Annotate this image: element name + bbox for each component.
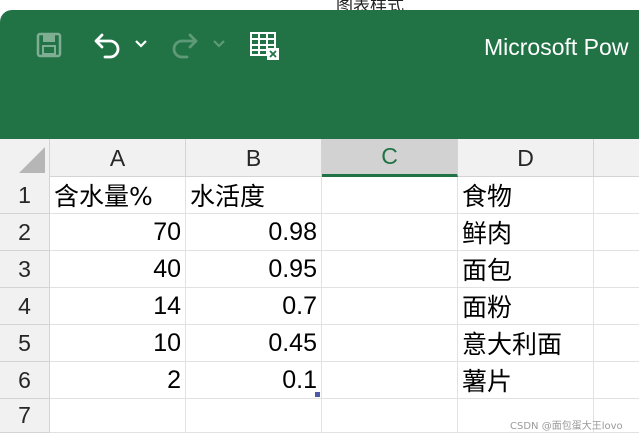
cell-c4[interactable] xyxy=(322,288,458,325)
row-header-3[interactable]: 3 xyxy=(0,251,50,288)
row-header-7[interactable]: 7 xyxy=(0,399,50,433)
select-all-button[interactable] xyxy=(0,139,50,177)
cell-b3[interactable]: 0.95 xyxy=(186,251,322,288)
undo-dropdown-chevron-icon[interactable] xyxy=(133,36,149,52)
app-title: Microsoft Pow xyxy=(484,34,629,60)
column-header-a[interactable]: A xyxy=(50,139,186,177)
row-header-6[interactable]: 6 xyxy=(0,362,50,399)
cell-d1[interactable]: 食物 xyxy=(458,177,594,214)
cell-d5[interactable]: 意大利面 xyxy=(458,325,594,362)
watermark: CSDN @面包蛋大王lovo xyxy=(510,421,623,432)
chart-style-title: 图表样式 xyxy=(336,0,404,10)
cell-e5[interactable] xyxy=(594,325,639,362)
cell-b5[interactable]: 0.45 xyxy=(186,325,322,362)
cell-a4[interactable]: 14 xyxy=(50,288,186,325)
cell-e1[interactable] xyxy=(594,177,639,214)
redo-dropdown-chevron-icon[interactable] xyxy=(211,36,227,52)
cell-e6[interactable] xyxy=(594,362,639,399)
cell-c7[interactable] xyxy=(322,399,458,433)
cell-a5[interactable]: 10 xyxy=(50,325,186,362)
cell-c6[interactable] xyxy=(322,362,458,399)
cell-a2[interactable]: 70 xyxy=(50,214,186,251)
cell-b1[interactable]: 水活度 xyxy=(186,177,322,214)
cell-d2[interactable]: 鲜肉 xyxy=(458,214,594,251)
cell-a3[interactable]: 40 xyxy=(50,251,186,288)
cell-c2[interactable] xyxy=(322,214,458,251)
spreadsheet-icon[interactable] xyxy=(248,28,282,62)
cell-e2[interactable] xyxy=(594,214,639,251)
row-header-1[interactable]: 1 xyxy=(0,177,50,214)
cell-a7[interactable] xyxy=(50,399,186,433)
cell-b2[interactable]: 0.98 xyxy=(186,214,322,251)
cell-e4[interactable] xyxy=(594,288,639,325)
row-header-2[interactable]: 2 xyxy=(0,214,50,251)
spreadsheet-grid[interactable]: A B C D 1 2 3 4 5 6 7 含水量% 水活度 食物 70 0.9… xyxy=(0,139,639,433)
title-bar: Microsoft Pow xyxy=(0,10,639,139)
undo-icon[interactable] xyxy=(92,28,124,60)
cell-a6[interactable]: 2 xyxy=(50,362,186,399)
fill-handle[interactable] xyxy=(315,392,320,397)
cell-b6[interactable]: 0.1 xyxy=(186,362,322,399)
save-icon[interactable] xyxy=(34,30,64,60)
cell-b7[interactable] xyxy=(186,399,322,433)
window-title-partial: 图表样式 xyxy=(0,0,639,10)
cell-b4[interactable]: 0.7 xyxy=(186,288,322,325)
select-all-triangle-icon xyxy=(19,147,45,173)
cell-d3[interactable]: 面包 xyxy=(458,251,594,288)
row-header-4[interactable]: 4 xyxy=(0,288,50,325)
cell-c1[interactable] xyxy=(322,177,458,214)
column-header-c[interactable]: C xyxy=(322,139,458,177)
column-header-b[interactable]: B xyxy=(186,139,322,177)
cell-e3[interactable] xyxy=(594,251,639,288)
column-header-e[interactable] xyxy=(594,139,639,177)
cell-a1[interactable]: 含水量% xyxy=(50,177,186,214)
row-header-5[interactable]: 5 xyxy=(0,325,50,362)
cell-d4[interactable]: 面粉 xyxy=(458,288,594,325)
redo-icon[interactable] xyxy=(168,28,200,60)
column-header-d[interactable]: D xyxy=(458,139,594,177)
cell-c3[interactable] xyxy=(322,251,458,288)
cell-c5[interactable] xyxy=(322,325,458,362)
cell-d6[interactable]: 薯片 xyxy=(458,362,594,399)
